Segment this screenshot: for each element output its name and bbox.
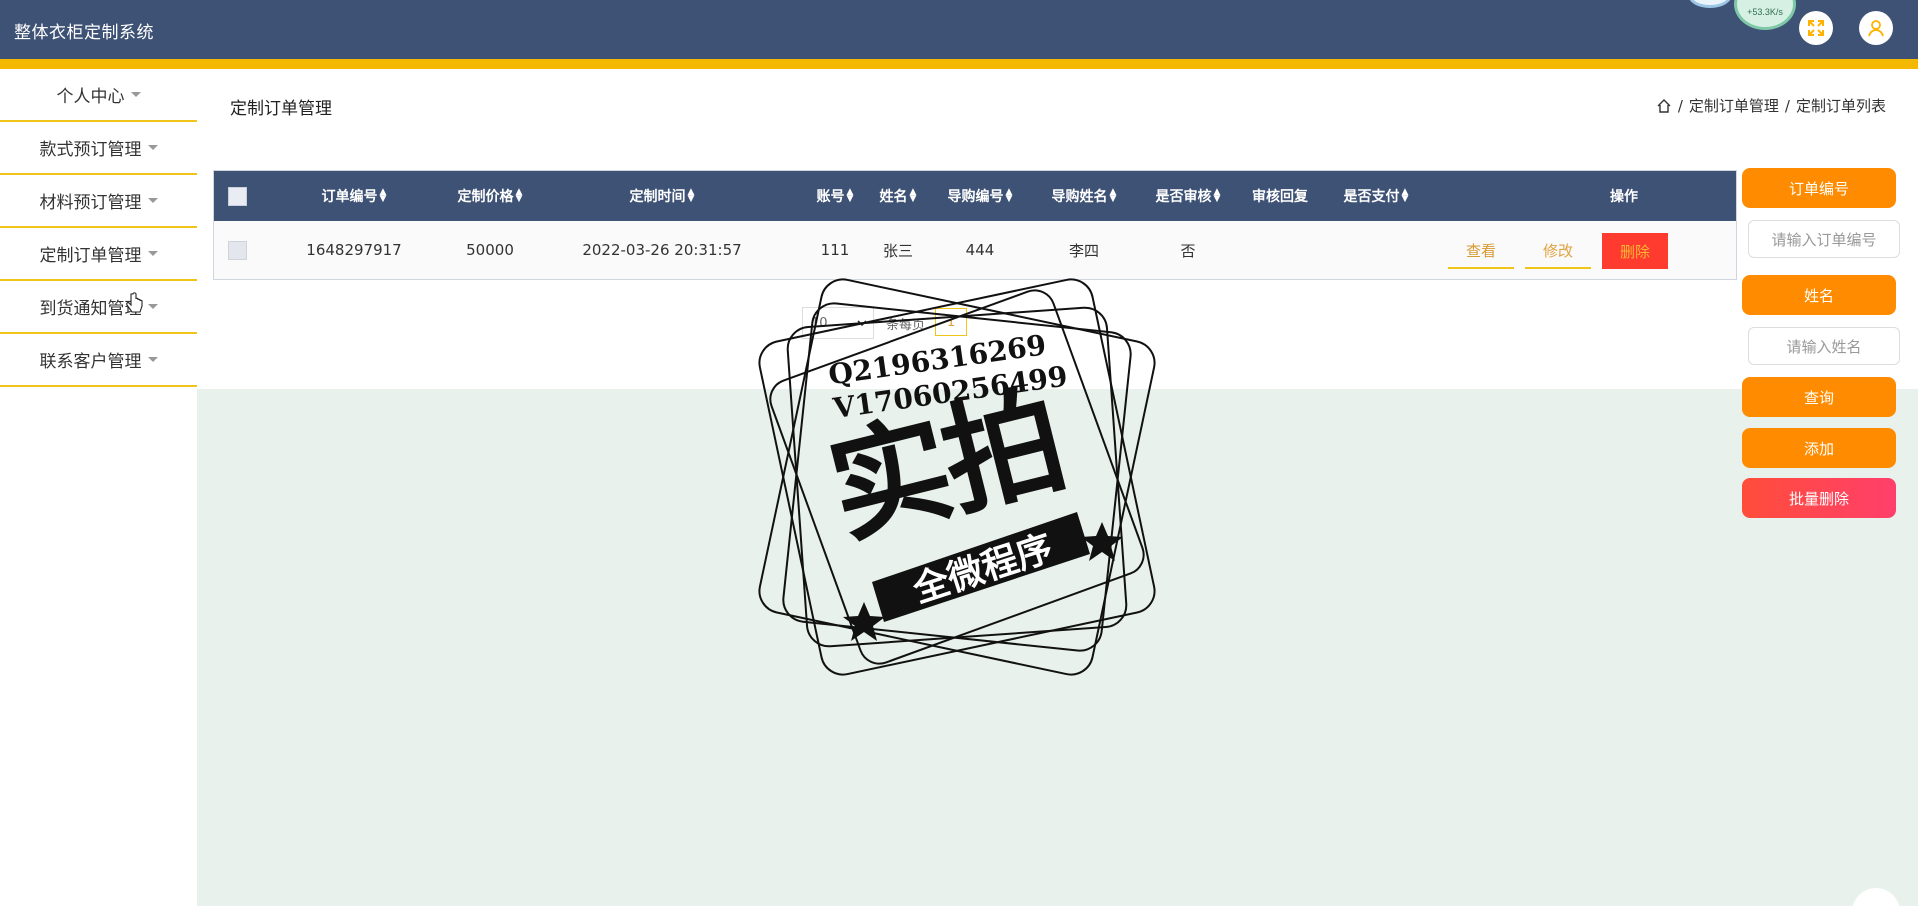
batch-delete-button[interactable]: 批量删除 [1742,478,1896,518]
sort-icon: ▲ ▼ [515,187,523,204]
caret-down-icon [147,304,158,309]
column-header-order-no[interactable]: 订单编号 ▲ ▼ [280,171,428,221]
column-label: 订单编号 [321,189,378,205]
sort-icon: ▲ ▼ [1401,187,1409,204]
watermark-stamp: Q2196316269 V17060256499 实拍 全微程序 [742,262,1172,692]
column-label: 是否支付 [1343,189,1400,205]
sidebar-item-material-booking[interactable]: 材料预订管理 [0,175,197,228]
cell-time: 2022-03-26 20:31:57 [582,241,742,259]
user-profile-button[interactable] [1859,11,1893,45]
caret-down-icon [147,357,158,362]
expand-icon [1808,20,1824,36]
caret-down-icon [130,92,141,97]
user-icon [1868,20,1884,37]
cell-order-no: 1648297917 [306,241,402,259]
net-monitor-ring [1688,0,1732,8]
top-header: 整体衣柜定制系统 +53.3K/s [0,0,1918,59]
cell-price: 50000 [466,241,514,259]
breadcrumb-item[interactable]: 定制订单管理 [1689,95,1779,116]
edit-button[interactable]: 修改 [1525,233,1591,269]
column-header-actions: 操作 [1554,171,1694,221]
app-title: 整体衣柜定制系统 [14,23,154,43]
breadcrumb-separator: / [1784,96,1790,115]
cell-paid [1282,221,1470,279]
sidebar-item-style-booking[interactable]: 款式预订管理 [0,122,197,175]
sort-icon: ▲ ▼ [379,187,387,204]
column-header-time[interactable]: 定制时间 ▲ ▼ [552,171,772,221]
home-icon[interactable] [1656,98,1672,114]
sidebar-item-contact-customer[interactable]: 联系客户管理 [0,334,197,387]
hand-cursor-icon [126,292,143,313]
sort-icon: ▲ ▼ [687,187,695,204]
table-header: 订单编号 ▲ ▼ 定制价格 ▲ ▼ 定制时间 ▲ ▼ 账号 ▲ ▼ 姓名 ▲ ▼ 导购编号 ▲ ▼ 导购… [214,171,1736,221]
column-label: 操作 [1610,189,1638,205]
name-label: 姓名 [1742,275,1896,315]
page-title: 定制订单管理 [230,99,332,119]
sidebar-item-arrival-notice[interactable]: 到货通知管理 [0,281,197,334]
sidebar-item-label: 定制订单管理 [39,246,142,266]
add-button[interactable]: 添加 [1742,428,1896,468]
query-button[interactable]: 查询 [1742,377,1896,417]
caret-down-icon [147,198,158,203]
row-select-cell [224,221,250,279]
sidebar-item-label: 个人中心 [56,87,125,107]
delete-button[interactable]: 删除 [1602,233,1668,269]
net-speed-text: +53.3K/s [1747,7,1783,17]
breadcrumb-item-current: 定制订单列表 [1795,97,1886,115]
column-header-paid[interactable]: 是否支付 ▲ ▼ [1282,171,1470,221]
column-header-price[interactable]: 定制价格 ▲ ▼ [428,171,552,221]
breadcrumb: / 定制订单管理 / 定制订单列表 [1656,95,1886,116]
order-no-input[interactable]: 请输入订单编号 [1748,220,1900,258]
net-speed-widget[interactable]: +53.3K/s [1734,0,1796,30]
header-accent-bar [0,59,1918,69]
fullscreen-button[interactable] [1799,11,1833,45]
view-button[interactable]: 查看 [1448,233,1514,269]
order-no-label: 订单编号 [1742,168,1896,208]
column-label: 定制价格 [457,189,514,205]
caret-down-icon [147,251,158,256]
select-all-cell [224,171,250,221]
breadcrumb-separator: / [1677,96,1683,115]
sidebar-item-label: 联系客户管理 [39,352,142,372]
row-checkbox[interactable] [227,240,247,260]
caret-down-icon [147,145,158,150]
sidebar-item-label: 材料预订管理 [39,193,142,213]
column-label: 定制时间 [629,189,686,205]
sidebar-item-label: 款式预订管理 [39,140,142,160]
sidebar-item-custom-orders[interactable]: 定制订单管理 [0,228,197,281]
select-all-checkbox[interactable] [227,186,247,206]
name-input[interactable]: 请输入姓名 [1748,327,1900,365]
sidebar: 个人中心 款式预订管理 材料预订管理 定制订单管理 到货通知管理 联系客户管理 [0,69,197,906]
sidebar-item-personal-center[interactable]: 个人中心 [0,69,197,122]
